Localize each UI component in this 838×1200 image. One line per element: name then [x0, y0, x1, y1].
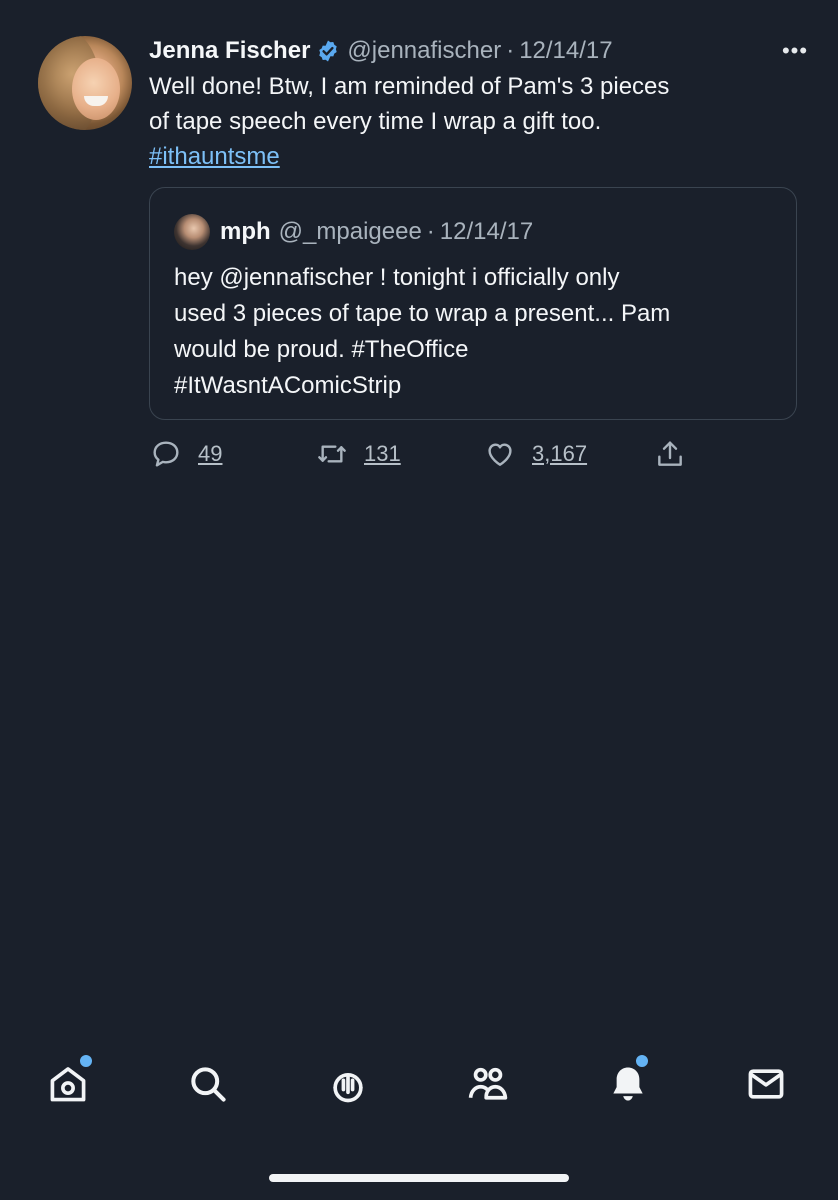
quoted-author-handle: @_mpaigeee — [278, 218, 422, 245]
nav-communities[interactable] — [464, 1060, 512, 1108]
quoted-author-name: mph — [220, 218, 271, 245]
reply-count[interactable]: 49 — [198, 441, 222, 467]
nav-search[interactable] — [184, 1060, 232, 1108]
tweet-header: Jenna Fischer @jennafischer · 12/14/17 •… — [149, 36, 807, 66]
retweet-button[interactable]: 131 — [316, 436, 401, 472]
quoted-tweet-header: mph @_mpaigeee · 12/14/17 — [174, 214, 533, 250]
messages-icon — [748, 1069, 784, 1099]
more-options-icon[interactable]: ••• — [777, 36, 813, 66]
heart-icon — [488, 443, 512, 466]
separator-dot: · — [506, 37, 515, 64]
tweet-text-line: Well done! Btw, I am reminded of Pam's 3… — [149, 73, 670, 100]
reply-button[interactable]: 49 — [150, 436, 222, 472]
hashtag-link[interactable]: #ithauntsme — [149, 139, 280, 174]
avatar-face — [72, 58, 120, 120]
bottom-navigation — [0, 1053, 838, 1110]
nav-notifications[interactable] — [604, 1053, 652, 1108]
like-button[interactable]: 3,167 — [484, 436, 587, 472]
nav-home[interactable] — [44, 1053, 94, 1108]
spaces-icon — [333, 1073, 363, 1103]
author-name[interactable]: Jenna Fischer — [149, 37, 310, 65]
tweet-date[interactable]: 12/14/17 — [519, 37, 612, 65]
tweet-text: Well done! Btw, I am reminded of Pam's 3… — [149, 69, 799, 174]
nav-spaces[interactable] — [324, 1060, 372, 1108]
tweet-content: Jenna Fischer @jennafischer · 12/14/17 •… — [149, 36, 807, 174]
quoted-tweet-text: hey @jennafischer ! tonight i officially… — [174, 260, 780, 404]
quoted-text-line: hey @jennafischer ! tonight i officially… — [174, 264, 620, 291]
quoted-tweet-date: 12/14/17 — [439, 218, 534, 245]
author-handle[interactable]: @jennafischer — [347, 37, 501, 65]
verified-badge-icon — [319, 40, 338, 62]
reply-icon — [153, 441, 179, 467]
home-notification-dot — [78, 1053, 94, 1069]
home-indicator[interactable] — [269, 1174, 569, 1182]
quoted-tweet[interactable]: mph @_mpaigeee · 12/14/17 hey @jennafisc… — [149, 187, 797, 420]
quoted-text-line: used 3 pieces of tape to wrap a present.… — [174, 300, 671, 327]
like-count[interactable]: 3,167 — [532, 441, 587, 467]
quoted-text-line: #ItWasntAComicStrip — [174, 372, 402, 399]
separator-dot: · — [426, 218, 435, 245]
tweet-actions: 49 131 3,167 — [150, 436, 690, 472]
share-button[interactable] — [654, 436, 686, 472]
quoted-text-line: would be proud. #TheOffice — [174, 336, 469, 363]
retweet-icon — [318, 445, 346, 463]
share-icon — [658, 441, 682, 466]
retweet-count[interactable]: 131 — [364, 441, 401, 467]
notifications-dot — [634, 1053, 650, 1069]
quoted-author-avatar — [174, 214, 210, 250]
tweet-text-line: of tape speech every time I wrap a gift … — [149, 108, 602, 135]
nav-messages[interactable] — [742, 1060, 790, 1108]
communities-icon — [468, 1067, 508, 1100]
search-icon — [191, 1067, 226, 1102]
author-avatar[interactable] — [38, 36, 132, 130]
